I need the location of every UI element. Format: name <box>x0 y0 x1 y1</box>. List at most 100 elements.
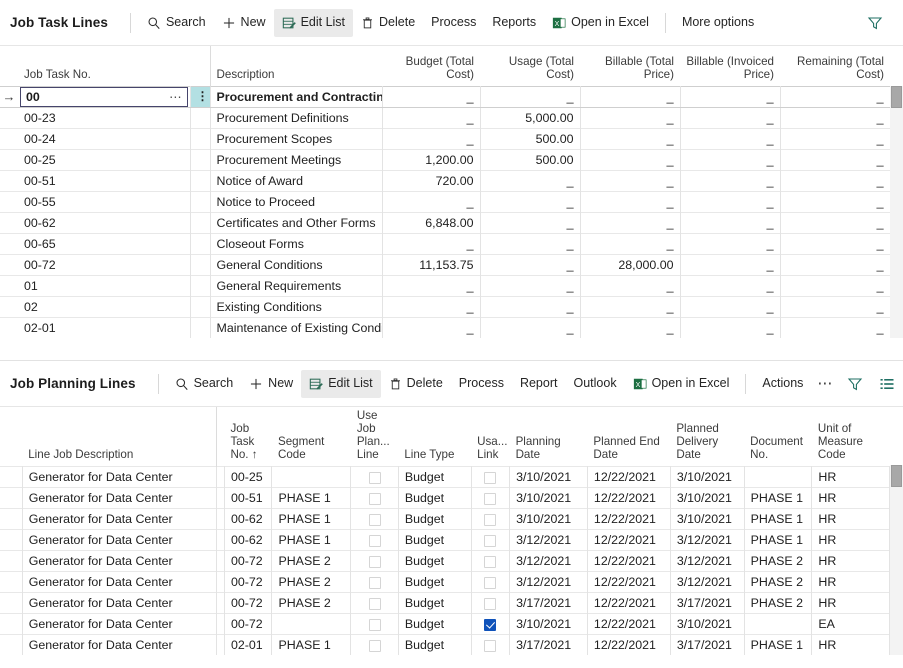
cell-job-task-no[interactable]: 00-65 <box>18 233 190 254</box>
cell-line-type[interactable]: Budget <box>398 592 471 613</box>
cell-usage[interactable]: _ <box>480 212 580 233</box>
checkbox-icon[interactable] <box>369 577 381 589</box>
cell-job-task-no[interactable]: 00-62 <box>18 212 190 233</box>
cell-line-type[interactable]: Budget <box>398 508 471 529</box>
row-selector[interactable] <box>0 170 18 191</box>
row-selector[interactable] <box>0 529 22 550</box>
cell-usage[interactable]: _ <box>480 86 580 107</box>
cell-usage-link[interactable] <box>471 571 509 592</box>
planning-report-button[interactable]: Report <box>512 370 566 398</box>
cell-document-no[interactable] <box>744 466 812 487</box>
plan-col-line-job-description[interactable]: Line Job Description <box>22 407 216 466</box>
list-item[interactable]: Generator for Data Center00-72PHASE 2Bud… <box>0 571 903 592</box>
cell-description[interactable]: General Requirements <box>210 275 382 296</box>
cell-remaining[interactable]: _ <box>780 233 890 254</box>
cell-job-task-no[interactable]: 02 <box>18 296 190 317</box>
cell-unit-of-measure-code[interactable]: HR <box>812 508 890 529</box>
row-selector[interactable] <box>0 550 22 571</box>
process-button[interactable]: Process <box>423 9 484 37</box>
open-in-excel-button[interactable]: X Open in Excel <box>544 9 657 37</box>
cell-billable[interactable]: _ <box>580 170 680 191</box>
cell-line-type[interactable]: Budget <box>398 613 471 634</box>
checkbox-icon[interactable] <box>369 493 381 505</box>
cell-budget[interactable]: _ <box>382 275 480 296</box>
cell-job-task-no[interactable]: 00-25 <box>18 149 190 170</box>
cell-document-no[interactable]: PHASE 2 <box>744 592 812 613</box>
cell-segment-code[interactable]: PHASE 1 <box>272 529 351 550</box>
cell-segment-code[interactable]: PHASE 1 <box>272 508 351 529</box>
cell-line-type[interactable]: Budget <box>398 550 471 571</box>
cell-unit-of-measure-code[interactable]: HR <box>812 466 890 487</box>
cell-planning-date[interactable]: 3/12/2021 <box>510 550 588 571</box>
cell-use-job-planning-line[interactable] <box>351 634 399 655</box>
table-row[interactable]: 00-65Closeout Forms_____ <box>0 233 903 254</box>
cell-billable[interactable]: _ <box>580 275 680 296</box>
cell-invoiced[interactable]: _ <box>680 86 780 107</box>
cell-invoiced[interactable]: _ <box>680 296 780 317</box>
cell-job-task-no[interactable]: 00-72 <box>224 571 272 592</box>
cell-usage[interactable]: _ <box>480 233 580 254</box>
cell-invoiced[interactable]: _ <box>680 233 780 254</box>
cell-use-job-planning-line[interactable] <box>351 529 399 550</box>
cell-usage[interactable]: 500.00 <box>480 149 580 170</box>
cell-remaining[interactable]: _ <box>780 149 890 170</box>
checkbox-icon[interactable] <box>484 472 496 484</box>
cell-job-task-no[interactable]: 00⋯ <box>18 86 190 107</box>
row-selector[interactable] <box>0 212 18 233</box>
planning-open-in-excel-button[interactable]: X Open in Excel <box>625 370 738 398</box>
cell-planned-end-date[interactable]: 12/22/2021 <box>587 487 670 508</box>
cell-planning-date[interactable]: 3/12/2021 <box>510 571 588 592</box>
plan-col-planning-date[interactable]: PlanningDate <box>510 407 588 466</box>
cell-line-job-description[interactable]: Generator for Data Center <box>22 508 216 529</box>
cell-use-job-planning-line[interactable] <box>351 592 399 613</box>
cell-document-no[interactable]: PHASE 1 <box>744 508 812 529</box>
row-selector[interactable] <box>0 149 18 170</box>
table-row[interactable]: 00-62Certificates and Other Forms6,848.0… <box>0 212 903 233</box>
row-selector[interactable] <box>0 592 22 613</box>
plan-col-segment-code[interactable]: Segment Code <box>272 407 351 466</box>
cell-usage-link[interactable] <box>471 634 509 655</box>
cell-segment-code[interactable]: PHASE 1 <box>272 634 351 655</box>
cell-invoiced[interactable]: _ <box>680 149 780 170</box>
cell-document-no[interactable]: PHASE 1 <box>744 529 812 550</box>
cell-unit-of-measure-code[interactable]: HR <box>812 634 890 655</box>
cell-planned-delivery-date[interactable]: 3/10/2021 <box>670 508 744 529</box>
cell-planned-delivery-date[interactable]: 3/12/2021 <box>670 529 744 550</box>
checkbox-icon[interactable] <box>369 556 381 568</box>
delete-button[interactable]: Delete <box>353 9 423 37</box>
cell-job-task-no[interactable]: 00-72 <box>224 592 272 613</box>
cell-remaining[interactable]: _ <box>780 275 890 296</box>
cell-line-type[interactable]: Budget <box>398 466 471 487</box>
plan-col-usage-link[interactable]: Usa...Link <box>471 407 509 466</box>
table-row[interactable]: 01General Requirements_____ <box>0 275 903 296</box>
planning-filter-button[interactable] <box>839 370 871 398</box>
planning-new-button[interactable]: New <box>241 370 301 398</box>
cell-planned-delivery-date[interactable]: 3/10/2021 <box>670 613 744 634</box>
cell-invoiced[interactable]: _ <box>680 170 780 191</box>
cell-usage[interactable]: _ <box>480 296 580 317</box>
cell-budget[interactable]: _ <box>382 191 480 212</box>
cell-planning-date[interactable]: 3/10/2021 <box>510 487 588 508</box>
cell-use-job-planning-line[interactable] <box>351 550 399 571</box>
task-col-billable-invoiced-price[interactable]: Billable (Invoiced Price) <box>680 46 780 86</box>
cell-job-task-no[interactable]: 00-23 <box>18 107 190 128</box>
row-menu-button[interactable]: ⋮ <box>190 86 210 107</box>
cell-document-no[interactable]: PHASE 2 <box>744 550 812 571</box>
cell-planned-delivery-date[interactable]: 3/10/2021 <box>670 466 744 487</box>
cell-remaining[interactable]: _ <box>780 107 890 128</box>
cell-usage[interactable]: 5,000.00 <box>480 107 580 128</box>
cell-planned-delivery-date[interactable]: 3/12/2021 <box>670 550 744 571</box>
cell-billable[interactable]: _ <box>580 191 680 212</box>
cell-description[interactable]: Existing Conditions <box>210 296 382 317</box>
cell-usage-link[interactable] <box>471 466 509 487</box>
cell-invoiced[interactable]: _ <box>680 254 780 275</box>
scrollbar-thumb[interactable] <box>891 86 902 108</box>
checkbox-icon[interactable] <box>369 640 381 652</box>
row-selector[interactable] <box>0 634 22 655</box>
cell-billable[interactable]: _ <box>580 317 680 338</box>
checkbox-icon[interactable] <box>484 598 496 610</box>
cell-budget[interactable]: 6,848.00 <box>382 212 480 233</box>
list-item[interactable]: Generator for Data Center00-72PHASE 2Bud… <box>0 592 903 613</box>
cell-description[interactable]: Procurement and Contractin... <box>210 86 382 107</box>
ellipsis-icon[interactable]: ⋯ <box>811 370 839 398</box>
